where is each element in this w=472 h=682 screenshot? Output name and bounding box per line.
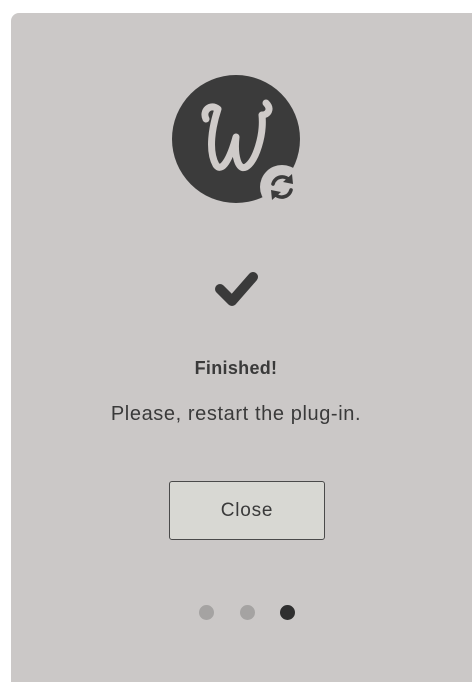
finished-title: Finished! [194,358,278,378]
plugin-logo-icon [172,75,302,205]
page-dot-3[interactable] [280,605,295,620]
page-dot-1[interactable] [199,605,214,620]
page-indicator [0,605,472,621]
checkmark-icon [206,260,266,320]
page-dot-2[interactable] [240,605,255,620]
restart-message: Please, restart the plug-in. [110,403,362,425]
close-button[interactable]: Close [169,481,325,540]
